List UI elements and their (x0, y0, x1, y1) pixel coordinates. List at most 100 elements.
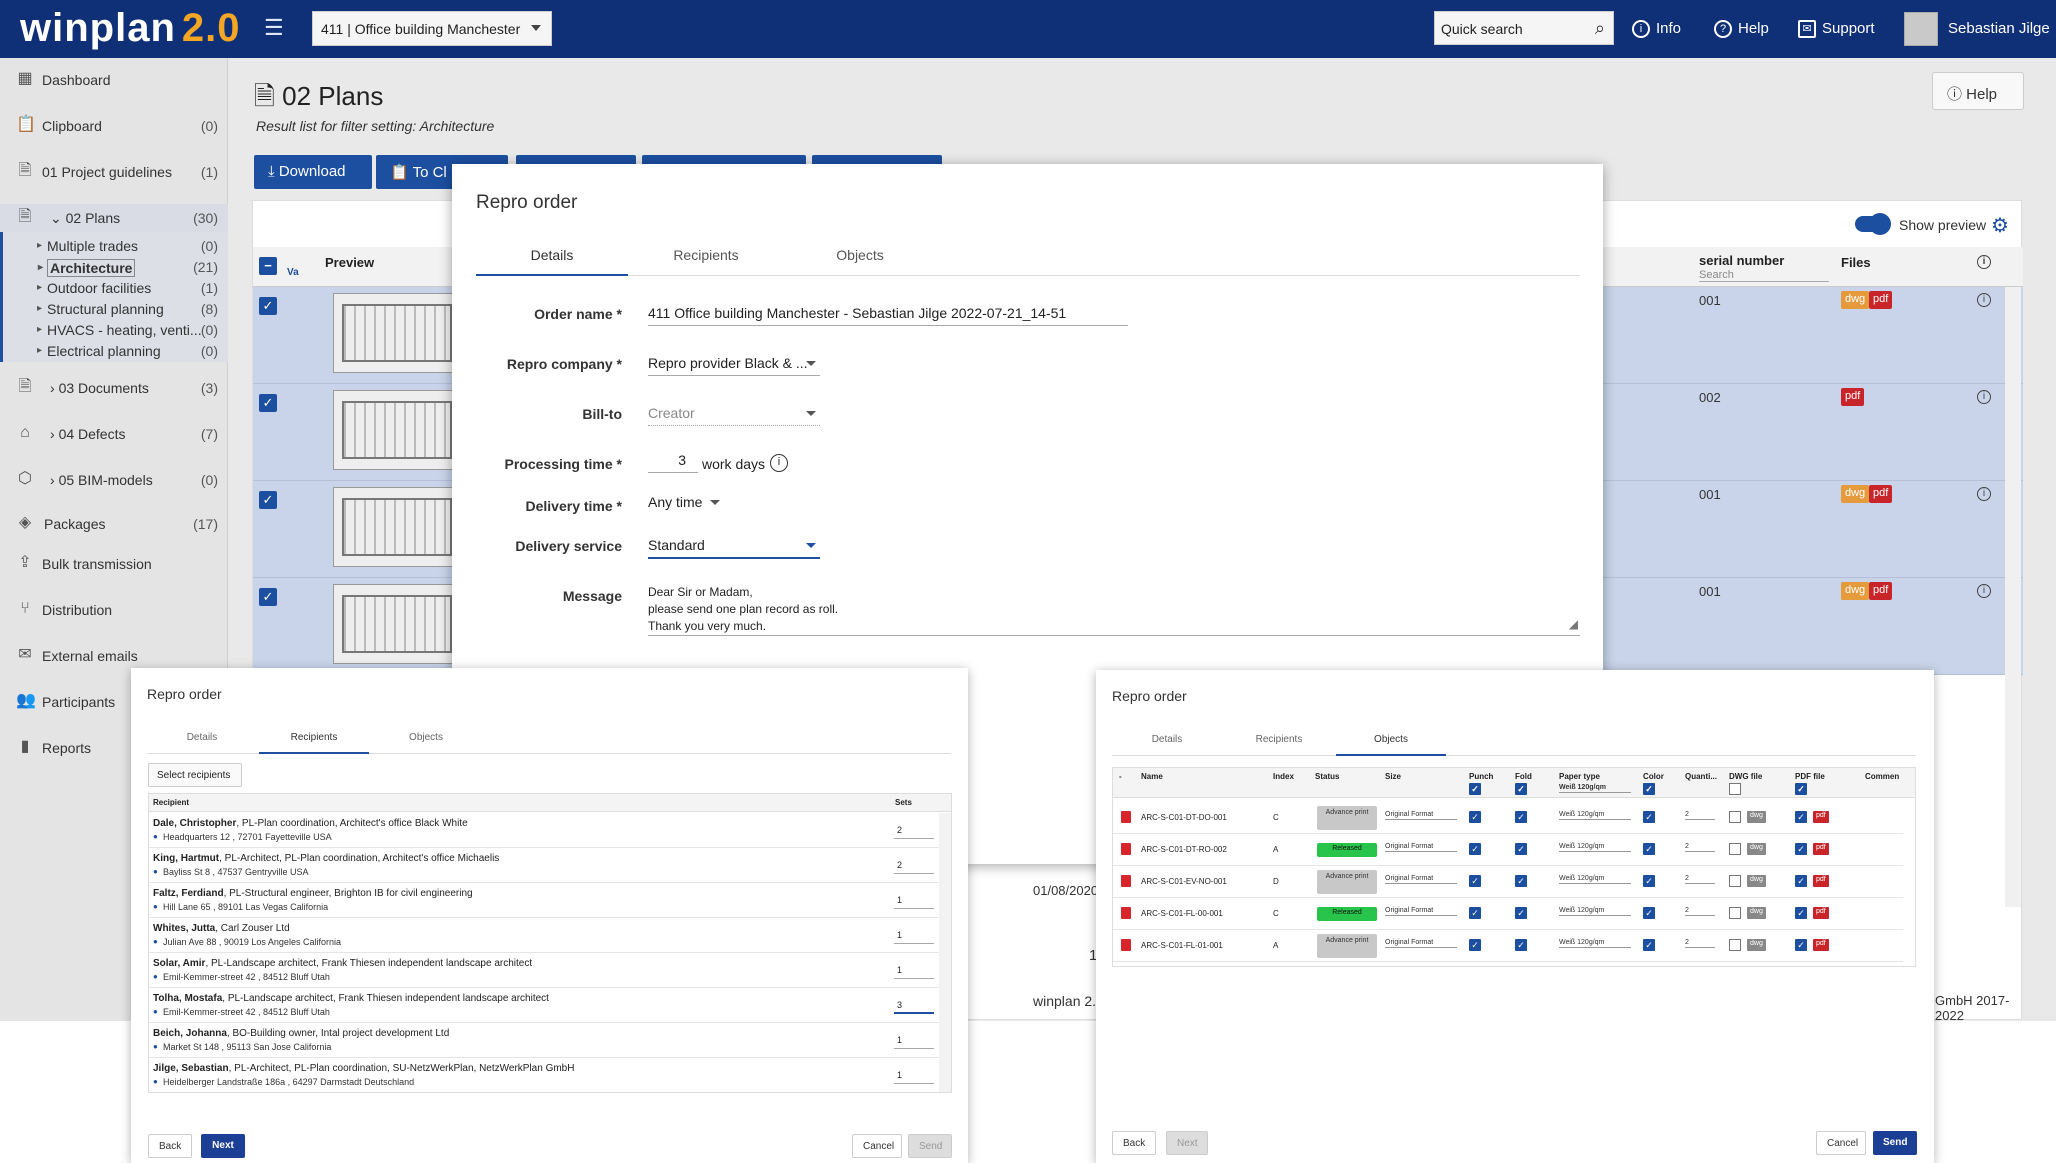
size-select[interactable]: Original Format (1385, 875, 1457, 884)
pdf-file-tag[interactable]: pdf (1869, 582, 1893, 600)
scrollbar[interactable] (939, 813, 951, 1092)
delivery-time-select[interactable]: Any time (648, 494, 724, 514)
color-checkbox[interactable]: ✓ (1643, 811, 1655, 823)
quantity-stepper[interactable]: 2 (1685, 907, 1715, 916)
sidebar-item-documents[interactable]: 🗎 › 03 Documents (3) (0, 374, 228, 402)
fold-all-checkbox[interactable]: ✓ (1515, 783, 1527, 795)
tab-recipients[interactable]: Recipients (1224, 726, 1334, 756)
gear-icon[interactable]: ⚙ (1991, 213, 2009, 238)
fold-checkbox[interactable]: ✓ (1515, 939, 1527, 951)
tab-details[interactable]: Details (476, 238, 628, 276)
dwg-checkbox[interactable] (1729, 907, 1741, 919)
delete-icon[interactable] (1121, 907, 1131, 919)
list-item[interactable]: Jilge, Sebastian, PL-Architect, PL-Plan … (149, 1058, 939, 1092)
user-name[interactable]: Sebastian Jilge (1948, 20, 2050, 37)
sidebar-item-external-emails[interactable]: ✉ External emails (0, 642, 228, 670)
table-row[interactable]: ARC-S-C01-DT-RO-002 A Released Original F… (1113, 834, 1903, 866)
sidebar-item-plans[interactable]: 🗎 ⌄ 02 Plans (30) (0, 204, 228, 232)
tab-objects[interactable]: Objects (784, 238, 936, 276)
sets-stepper[interactable]: 1 (894, 1070, 934, 1084)
tab-objects[interactable]: Objects (371, 724, 481, 754)
fold-checkbox[interactable]: ✓ (1515, 811, 1527, 823)
color-checkbox[interactable]: ✓ (1643, 843, 1655, 855)
serial-search-input[interactable]: Search (1699, 269, 1829, 282)
punch-all-checkbox[interactable]: ✓ (1469, 783, 1481, 795)
avatar[interactable] (1904, 12, 1938, 46)
dwg-checkbox[interactable] (1729, 939, 1741, 951)
punch-checkbox[interactable]: ✓ (1469, 939, 1481, 951)
size-select[interactable]: Original Format (1385, 811, 1457, 820)
next-button[interactable]: Next (201, 1134, 245, 1158)
delete-icon[interactable] (1121, 843, 1131, 855)
list-item[interactable]: Dale, Christopher, PL-Plan coordination,… (149, 813, 939, 848)
punch-checkbox[interactable]: ✓ (1469, 843, 1481, 855)
size-select[interactable]: Original Format (1385, 843, 1457, 852)
dwg-file-tag[interactable]: dwg (1841, 582, 1870, 600)
info-icon[interactable]: i (1977, 390, 1991, 404)
cancel-button[interactable]: Cancel (852, 1134, 902, 1158)
plan-thumbnail[interactable] (333, 390, 463, 470)
tab-objects[interactable]: Objects (1336, 726, 1446, 756)
info-icon[interactable]: i (1977, 487, 1991, 501)
menu-icon[interactable]: ☰ (264, 17, 286, 39)
order-name-field[interactable]: 411 Office building Manchester - Sebasti… (648, 305, 1128, 326)
sidebar-sub-structural[interactable]: Structural planning (37, 301, 164, 317)
pdf-file-tag[interactable]: pdf (1841, 388, 1865, 406)
paper-select[interactable]: Weiß 120g/qm (1559, 875, 1631, 884)
sidebar-item-dashboard[interactable]: ▦ Dashboard (0, 66, 228, 94)
info-icon[interactable]: i (1977, 293, 1991, 307)
support-link[interactable]: ✉ Support (1798, 20, 1875, 39)
color-checkbox[interactable]: ✓ (1643, 939, 1655, 951)
download-button[interactable]: ⤓ Download (254, 155, 372, 189)
table-row[interactable]: ARC-S-C01-FL-00-001 C Released Original F… (1113, 898, 1903, 930)
table-row[interactable]: ARC-S-C01-EV-NO-001 D Advance print Origi… (1113, 866, 1903, 898)
processing-time-stepper[interactable]: 3 (648, 452, 698, 473)
list-item[interactable]: Solar, Amir, PL-Landscape architect, Fra… (149, 953, 939, 988)
tab-details[interactable]: Details (1112, 726, 1222, 756)
quantity-stepper[interactable]: 2 (1685, 939, 1715, 948)
help-button[interactable]: ⓘ Help (1932, 72, 2024, 110)
row-checkbox[interactable]: ✓ (259, 297, 277, 315)
sets-stepper[interactable]: 2 (894, 860, 934, 874)
plan-thumbnail[interactable] (333, 584, 463, 664)
message-textarea[interactable]: Dear Sir or Madam, please send one plan … (648, 584, 1580, 636)
serial-column-header[interactable]: serial number (1699, 253, 1784, 268)
send-button[interactable]: Send (1873, 1131, 1917, 1155)
size-select[interactable]: Original Format (1385, 939, 1457, 948)
fold-checkbox[interactable]: ✓ (1515, 875, 1527, 887)
info-icon[interactable]: i (770, 454, 788, 472)
sidebar-item-clipboard[interactable]: 📋 Clipboard (0) (0, 112, 228, 140)
tab-recipients[interactable]: Recipients (630, 238, 782, 276)
cancel-button[interactable]: Cancel (1816, 1131, 1866, 1155)
row-checkbox[interactable]: ✓ (259, 394, 277, 412)
delivery-service-select[interactable]: Standard (648, 537, 820, 559)
table-row[interactable]: ARC-S-C01-FL-01-001 A Advance print Origi… (1113, 930, 1903, 962)
grid-scrollbar[interactable] (2005, 287, 2021, 907)
color-checkbox[interactable]: ✓ (1643, 907, 1655, 919)
paper-select[interactable]: Weiß 120g/qm (1559, 811, 1631, 820)
color-all-checkbox[interactable]: ✓ (1643, 783, 1655, 795)
dwg-checkbox[interactable] (1729, 811, 1741, 823)
dwg-all-checkbox[interactable] (1729, 783, 1741, 795)
dwg-file-tag[interactable]: dwg (1841, 485, 1870, 503)
tab-details[interactable]: Details (147, 724, 257, 754)
dwg-file-tag[interactable]: dwg (1841, 291, 1870, 309)
sidebar-item-packages[interactable]: ◈ Packages (17) (0, 510, 228, 538)
delete-icon[interactable] (1121, 875, 1131, 887)
info-link[interactable]: i Info (1632, 20, 1681, 39)
tab-recipients[interactable]: Recipients (259, 724, 369, 754)
app-logo[interactable]: winplan 2.0 (20, 6, 241, 51)
pdf-checkbox[interactable]: ✓ (1795, 843, 1807, 855)
list-item[interactable]: Tolha, Mostafa, PL-Landscape architect, … (149, 988, 939, 1023)
dwg-checkbox[interactable] (1729, 843, 1741, 855)
row-checkbox[interactable]: ✓ (259, 491, 277, 509)
resize-handle-icon[interactable]: ◢ (1569, 616, 1578, 633)
sets-stepper[interactable]: 1 (894, 895, 934, 909)
list-item[interactable]: Faltz, Ferdiand, PL-Structural engineer,… (149, 883, 939, 918)
sidebar-sub-multiple-trades[interactable]: Multiple trades (37, 238, 138, 254)
paper-select[interactable]: Weiß 120g/qm (1559, 907, 1631, 916)
paper-all-select[interactable]: Weiß 120g/qm (1559, 784, 1631, 793)
pdf-all-checkbox[interactable]: ✓ (1795, 783, 1807, 795)
select-recipients-button[interactable]: Select recipients (148, 763, 242, 787)
repro-company-select[interactable]: Repro provider Black & ... (648, 355, 820, 376)
